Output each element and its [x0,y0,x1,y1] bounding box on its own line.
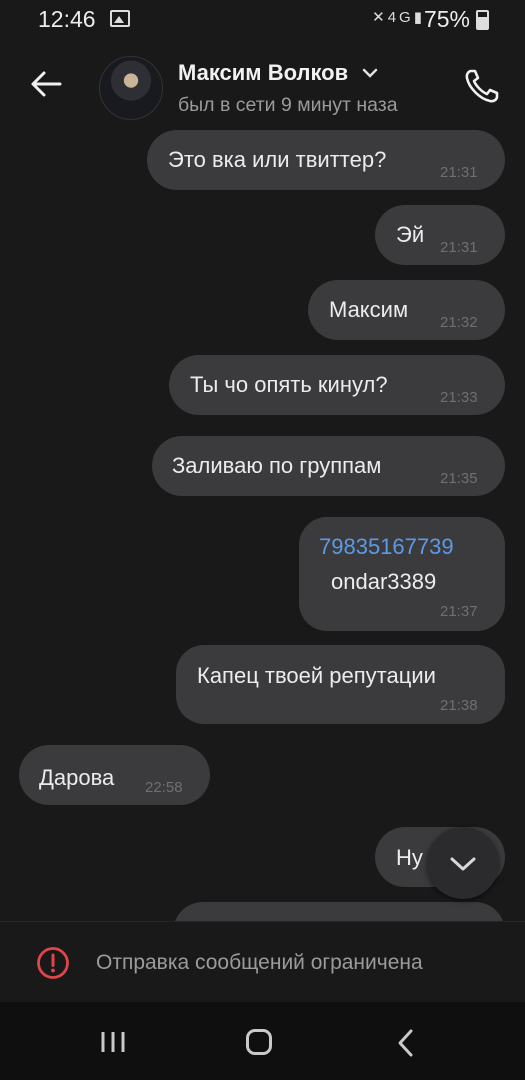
message-time: 21:33 [440,389,478,406]
battery-icon [476,10,489,30]
phone-number-link[interactable]: 79835167739 [319,534,454,560]
message-time: 21:32 [440,314,478,331]
status-time: 12:46 [38,6,96,32]
message-text: Эй [396,222,425,247]
warning-icon [37,947,69,979]
message-bubble[interactable]: Максим 21:32 [308,280,505,340]
recent-apps-icon[interactable] [100,1031,126,1053]
status-bar: 12:46 ✕4G▮ 75% [0,0,525,40]
network-type: 4G [387,9,414,26]
message-time: 21:38 [440,697,478,714]
messaging-restricted-bar: Отправка сообщений ограничена [0,921,525,1002]
battery-percent: 75% [423,6,470,32]
signal-icons: ✕4G▮ [372,8,425,26]
message-text: Дарова [39,765,115,790]
message-time: 21:35 [440,470,478,487]
message-time: 21:37 [440,603,478,620]
restriction-text: Отправка сообщений ограничена [96,951,423,974]
home-icon[interactable] [246,1029,272,1055]
mute-icon: ✕ [372,9,388,26]
back-icon[interactable] [396,1028,416,1058]
back-arrow-icon[interactable] [26,64,66,104]
message-time: 22:58 [145,779,183,796]
contact-name: Максим Волков [178,60,349,85]
message-text: Максим [329,297,409,322]
message-text: ondar3389 [331,569,437,594]
message-bubble[interactable]: Капец твоей репутации 21:38 [176,645,505,724]
incoming-message-bubble[interactable]: Дарова 22:58 [19,745,210,805]
contact-status: был в сети 9 минут наза [178,94,398,116]
message-text: Капец твоей репутации [197,663,436,688]
message-bubble[interactable]: Ты чо опять кинул? 21:33 [169,355,505,415]
message-bubble[interactable]: Это вка или твиттер? 21:31 [147,130,505,190]
message-time: 21:31 [440,239,478,256]
avatar[interactable] [99,56,163,120]
message-text: Это вка или твиттер? [168,147,387,172]
message-bubble[interactable]: 79835167739 ondar3389 21:37 [299,517,505,631]
contact-name-row[interactable]: Максим Волков [178,60,378,86]
message-bubble[interactable]: Заливаю по группам 21:35 [152,436,505,496]
message-text: Заливаю по группам [172,453,382,478]
scroll-down-button[interactable] [427,827,499,899]
phone-icon[interactable] [462,66,502,106]
message-bubble[interactable]: Эй 21:31 [375,205,505,265]
message-time: 21:31 [440,164,478,181]
message-text: Ты чо опять кинул? [190,372,388,397]
system-nav-bar [0,1002,525,1080]
message-text: Ну [396,845,423,870]
chevron-down-icon [363,68,378,78]
chat-header: Максим Волков был в сети 9 минут наза [0,40,525,130]
gallery-notification-icon [110,10,130,27]
chevron-down-icon [450,857,476,871]
